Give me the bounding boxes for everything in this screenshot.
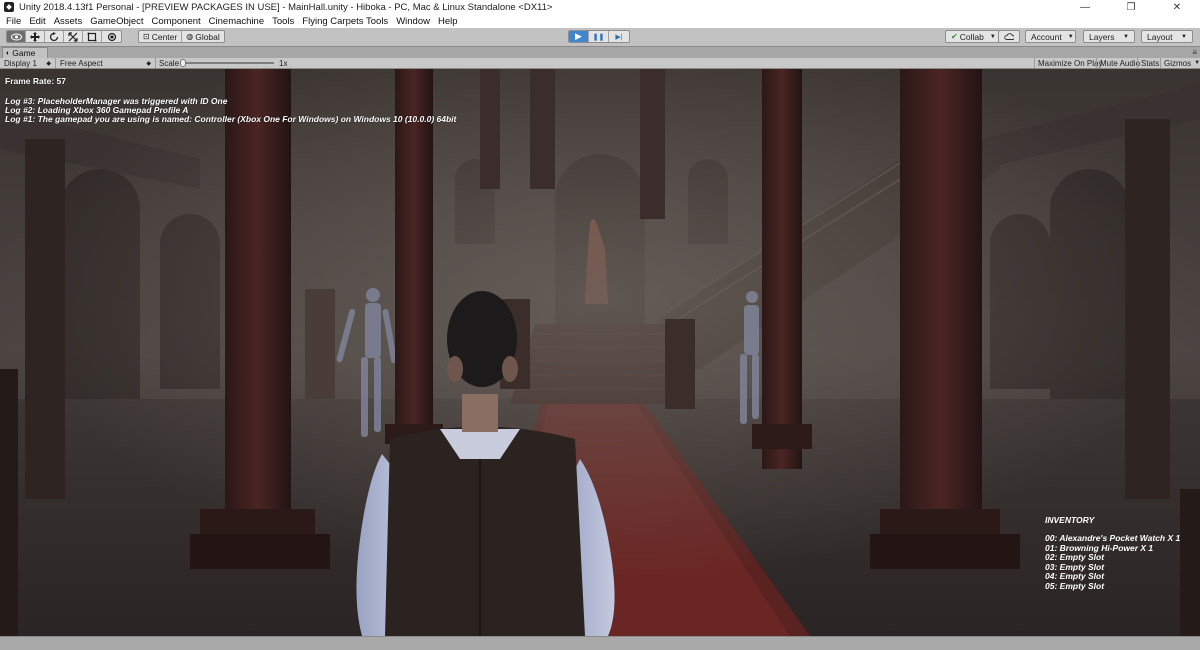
pivot-label: Center [151,31,178,42]
window-title: Unity 2018.4.13f1 Personal - [PREVIEW PA… [19,1,553,13]
inventory-title: INVENTORY [1045,515,1095,525]
gizmos-label: Gizmos [1164,58,1192,68]
chevron-down-icon: ▼ [989,33,996,40]
check-icon: ✔ [951,32,958,41]
account-label: Account [1031,31,1062,42]
status-bar [0,636,1200,650]
pivot-toggles: ⊡ Center ◍ Global [138,30,225,43]
step-button[interactable]: ▶| [609,31,629,42]
transform-tools [6,30,122,43]
display-label: Display 1 [4,58,37,68]
maximize-on-play-toggle[interactable]: Maximize On Play [1034,58,1105,68]
play-icon: ▶ [575,31,582,41]
rotate-icon [49,31,59,41]
menu-file[interactable]: File [2,16,25,27]
menu-component[interactable]: Component [148,16,205,27]
aspect-dropdown[interactable]: Free Aspect ◆ [60,58,156,68]
menu-bar: File Edit Assets GameObject Component Ci… [0,14,1200,28]
chevron-down-icon: ▼ [1123,33,1129,40]
inventory-panel: INVENTORY 00: Alexandre's Pocket Watch X… [1045,515,1180,591]
minimize-button[interactable]: — [1062,0,1108,14]
layers-label: Layers [1089,31,1115,42]
tab-menu-icon[interactable]: ≡ [1192,48,1197,57]
pause-icon: ❚❚ [592,33,605,41]
window-controls: — ❐ ✕ [1062,0,1200,14]
tab-game-label: Game [12,48,36,58]
game-view[interactable]: Frame Rate: 57 Log #3: PlaceholderManage… [0,69,1200,636]
game-view-controls: Display 1 ◆ Free Aspect ◆ Scale 1x Maxim… [0,58,1200,69]
globe-icon: ◍ [186,32,194,41]
display-dropdown[interactable]: Display 1 ◆ [4,58,56,68]
play-button[interactable]: ▶ [569,31,589,42]
title-bar: Unity 2018.4.13f1 Personal - [PREVIEW PA… [0,0,1200,14]
scale-slider-track[interactable] [182,62,274,64]
account-dropdown[interactable]: Account ▼ [1025,30,1076,43]
menu-flying-carpets-tools[interactable]: Flying Carpets Tools [298,16,392,27]
main-toolbar: ⊡ Center ◍ Global ▶ ❚❚ ▶| ✔ Collab ▼ Accou… [0,28,1200,46]
close-button[interactable]: ✕ [1154,0,1200,14]
gizmos-dropdown[interactable]: Gizmos ▼ [1160,58,1200,68]
stats-toggle[interactable]: Stats [1137,58,1162,68]
mute-audio-toggle[interactable]: Mute Audio [1096,58,1143,68]
chevron-down-icon: ▼ [1067,33,1074,40]
pause-button[interactable]: ❚❚ [589,31,609,42]
log-line-1: Log #1: The gamepad you are using is nam… [5,114,457,124]
cloud-button[interactable] [998,30,1020,43]
pivot-icon: ⊡ [143,32,150,41]
collab-dropdown[interactable]: ✔ Collab ▼ [945,30,1002,43]
chevron-down-icon: ◆ [46,60,51,67]
pivot-center-button[interactable]: ⊡ Center [139,31,183,42]
unity-logo-icon [4,2,14,12]
chevron-down-icon: ▼ [1181,33,1187,40]
chevron-down-icon: ▼ [1194,60,1200,66]
rect-icon [87,32,97,41]
scale-icon [68,31,78,42]
menu-help[interactable]: Help [434,16,462,27]
move-icon [30,31,40,42]
menu-window[interactable]: Window [392,16,434,27]
layout-label: Layout [1147,31,1173,42]
hand-tool-button[interactable] [7,31,26,42]
rect-tool-button[interactable] [83,31,102,42]
space-label: Global [195,31,220,42]
menu-edit[interactable]: Edit [25,16,49,27]
scale-tool-button[interactable] [64,31,83,42]
collab-label: Collab [959,31,984,42]
layers-dropdown[interactable]: Layers ▼ [1083,30,1135,43]
aspect-label: Free Aspect [60,58,103,68]
menu-cinemachine[interactable]: Cinemachine [205,16,268,27]
move-tool-button[interactable] [26,31,45,42]
transform-icon [107,32,116,41]
scale-slider-thumb[interactable] [180,59,186,67]
cloud-icon [1004,33,1014,40]
maximize-button[interactable]: ❐ [1108,0,1154,14]
game-scene [0,69,1200,636]
rotate-tool-button[interactable] [45,31,64,42]
menu-gameobject[interactable]: GameObject [86,16,147,27]
scale-label: Scale [159,58,180,68]
layout-dropdown[interactable]: Layout ▼ [1141,30,1193,43]
inventory-slot-05: 05: Empty Slot [1045,580,1105,591]
play-controls: ▶ ❚❚ ▶| [568,30,630,43]
tab-game[interactable]: ◐ Game [2,47,48,58]
pivot-global-button[interactable]: ◍ Global [182,31,224,42]
step-icon: ▶| [615,33,623,41]
frame-rate-readout: Frame Rate: 57 [5,76,66,86]
pacman-icon: ◐ [6,49,11,57]
game-tab-bar: ◐ Game ≡ [0,46,1200,58]
menu-assets[interactable]: Assets [50,16,87,27]
menu-tools[interactable]: Tools [268,16,298,27]
eye-icon [10,33,22,40]
chevron-down-icon: ◆ [146,60,151,67]
transform-tool-button[interactable] [102,31,121,42]
scale-value: 1x [279,58,288,68]
